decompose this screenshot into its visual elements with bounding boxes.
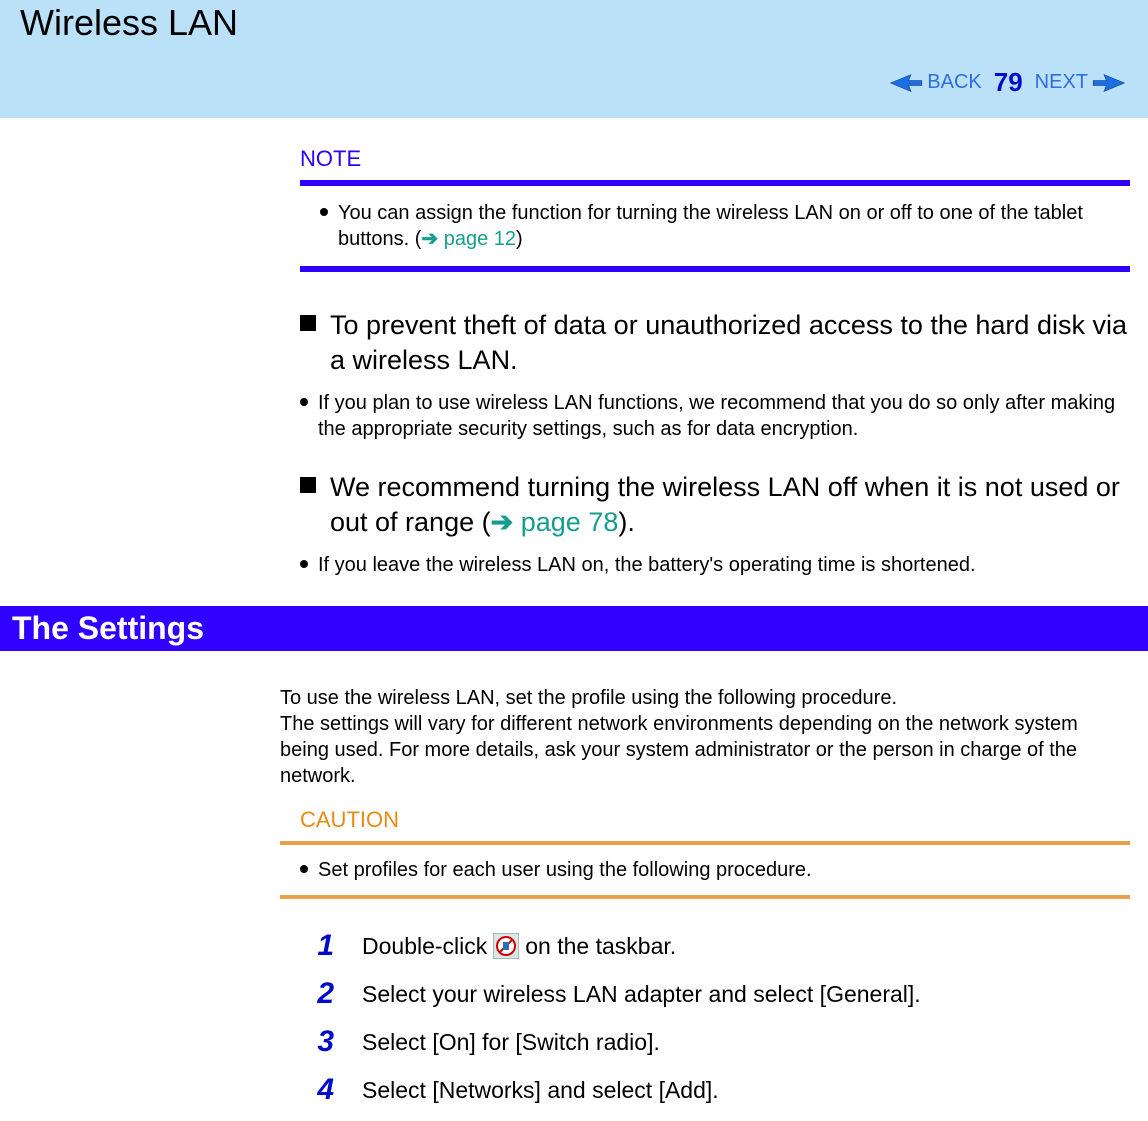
nav-bar: BACK 79 NEXT bbox=[887, 67, 1128, 98]
note-block: NOTE You can assign the function for tur… bbox=[300, 118, 1130, 578]
bullet-icon bbox=[300, 398, 308, 406]
bullet-icon bbox=[320, 208, 328, 216]
bullet-icon bbox=[300, 865, 308, 873]
settings-para-line2: The settings will vary for different net… bbox=[280, 713, 1078, 787]
caution-label: CAUTION bbox=[300, 807, 1130, 833]
step-text: Double-click on the taskbar. bbox=[362, 933, 676, 960]
arrow-right-icon: ➔ bbox=[491, 507, 514, 537]
page-title: Wireless LAN bbox=[20, 0, 1128, 44]
step-3: 3 Select [On] for [Switch radio]. bbox=[310, 1025, 1130, 1059]
step-text: Select your wireless LAN adapter and sel… bbox=[362, 981, 921, 1008]
note-bullet: You can assign the function for turning … bbox=[320, 200, 1130, 252]
note-label: NOTE bbox=[300, 146, 1130, 172]
arrow-right-icon: ➔ bbox=[421, 228, 438, 250]
page-link-12[interactable]: page 12 bbox=[444, 228, 516, 250]
subhead2-bullet-text: If you leave the wireless LAN on, the ba… bbox=[318, 552, 976, 578]
bullet-icon bbox=[300, 560, 308, 568]
subhead2-post: ). bbox=[618, 507, 635, 537]
subhead1-bullet-text: If you plan to use wireless LAN function… bbox=[318, 390, 1130, 442]
settings-body: To use the wireless LAN, set the profile… bbox=[280, 651, 1130, 1107]
subheading-2: We recommend turning the wireless LAN of… bbox=[300, 470, 1130, 540]
step-1-pre: Double-click bbox=[362, 933, 487, 960]
settings-para-line1: To use the wireless LAN, set the profile… bbox=[280, 687, 897, 709]
caution-bullet: Set profiles for each user using the fol… bbox=[300, 857, 1130, 883]
step-number: 2 bbox=[310, 977, 334, 1011]
page-link-78[interactable]: page 78 bbox=[521, 507, 619, 537]
subheading-1-text: To prevent theft of data or unauthorized… bbox=[330, 308, 1130, 378]
page-header: Wireless LAN BACK 79 NEXT bbox=[0, 0, 1148, 118]
back-label: BACK bbox=[927, 71, 981, 94]
note-text: You can assign the function for turning … bbox=[338, 200, 1130, 252]
step-2: 2 Select your wireless LAN adapter and s… bbox=[310, 977, 1130, 1011]
step-text: Select [Networks] and select [Add]. bbox=[362, 1077, 719, 1104]
wireless-disabled-icon bbox=[493, 933, 519, 959]
back-button[interactable]: BACK bbox=[887, 71, 981, 95]
settings-paragraph: To use the wireless LAN, set the profile… bbox=[280, 685, 1130, 789]
step-number: 1 bbox=[310, 929, 334, 963]
square-bullet-icon bbox=[300, 315, 316, 331]
arrow-right-icon bbox=[1092, 71, 1128, 95]
next-button[interactable]: NEXT bbox=[1035, 71, 1128, 95]
step-1: 1 Double-click on the taskbar. bbox=[310, 929, 1130, 963]
subhead2-pre: We recommend turning the wireless LAN of… bbox=[330, 472, 1120, 537]
step-number: 4 bbox=[310, 1073, 334, 1107]
subheading-2-text: We recommend turning the wireless LAN of… bbox=[330, 470, 1130, 540]
step-1-post: on the taskbar. bbox=[525, 933, 676, 960]
step-text: Select [On] for [Switch radio]. bbox=[362, 1029, 660, 1056]
square-bullet-icon bbox=[300, 477, 316, 493]
caution-text: Set profiles for each user using the fol… bbox=[318, 857, 812, 883]
page-number: 79 bbox=[994, 67, 1023, 98]
note-box: You can assign the function for turning … bbox=[300, 180, 1130, 272]
next-label: NEXT bbox=[1035, 71, 1088, 94]
arrow-left-icon bbox=[887, 71, 923, 95]
subheading-1: To prevent theft of data or unauthorized… bbox=[300, 308, 1130, 378]
note-text-post: ) bbox=[516, 228, 523, 250]
step-4: 4 Select [Networks] and select [Add]. bbox=[310, 1073, 1130, 1107]
step-number: 3 bbox=[310, 1025, 334, 1059]
subhead1-bullet: If you plan to use wireless LAN function… bbox=[300, 390, 1130, 442]
content-area: NOTE You can assign the function for tur… bbox=[0, 118, 1148, 1107]
section-heading: The Settings bbox=[0, 606, 1148, 651]
subhead2-bullet: If you leave the wireless LAN on, the ba… bbox=[300, 552, 1130, 578]
caution-box: Set profiles for each user using the fol… bbox=[280, 841, 1130, 899]
